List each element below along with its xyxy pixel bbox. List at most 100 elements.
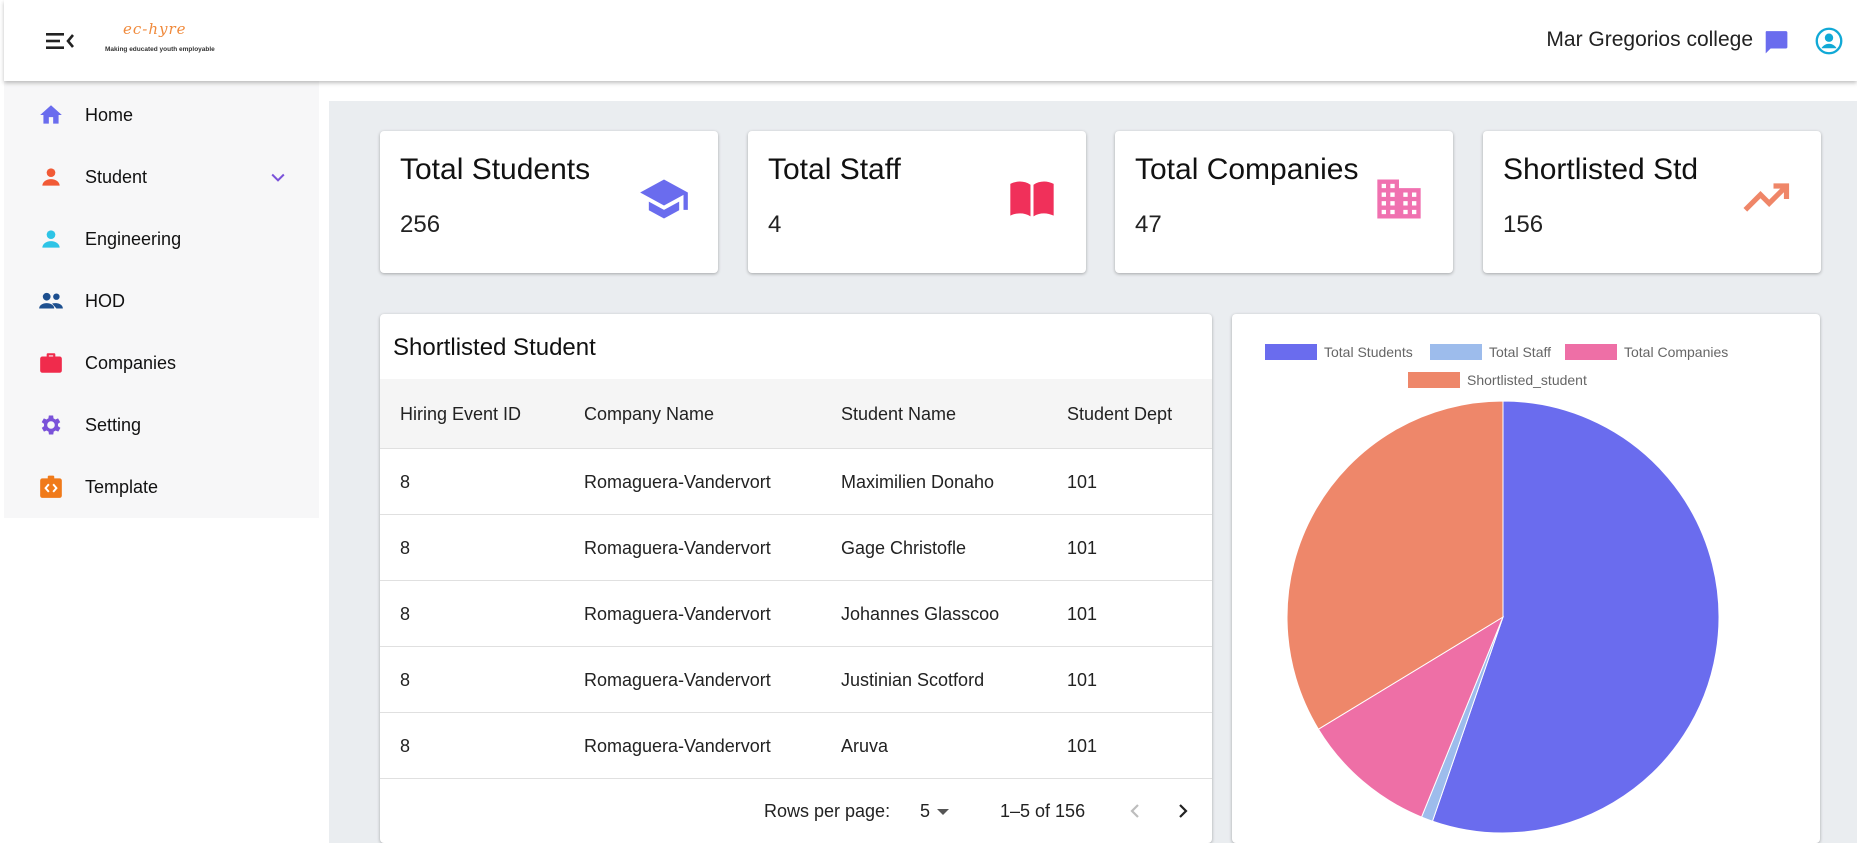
- stat-value: 256: [400, 211, 441, 238]
- table-cell: Aruva: [841, 736, 889, 756]
- logo-tagline: Making educated youth employable: [105, 46, 215, 53]
- stat-value: 156: [1503, 211, 1544, 238]
- stat-value: 4: [768, 211, 782, 238]
- sidebar-item-home[interactable]: Home: [4, 84, 319, 146]
- legend-swatch: [1430, 344, 1482, 360]
- rows-per-page-select[interactable]: 5: [920, 801, 950, 822]
- table-cell: Romaguera-Vandervort: [584, 538, 771, 558]
- sidebar-item-hod[interactable]: HOD: [4, 270, 319, 332]
- table-cell: 101: [1067, 736, 1098, 756]
- legend-item[interactable]: Shortlisted_student: [1408, 372, 1587, 388]
- code-icon: [37, 473, 65, 501]
- sidebar-item-setting[interactable]: Setting: [4, 394, 319, 456]
- sidebar-item-label: Home: [85, 104, 134, 125]
- sidebar-item-label: Companies: [85, 352, 177, 373]
- home-icon: [37, 101, 65, 129]
- chat-icon[interactable]: [1763, 29, 1789, 55]
- stat-title: Total Students: [400, 153, 591, 186]
- account-circle-icon[interactable]: [1815, 27, 1843, 55]
- table-cell: Romaguera-Vandervort: [584, 472, 771, 492]
- pie-chart: [1286, 400, 1720, 834]
- rows-per-page-label: Rows per page:: [764, 801, 891, 821]
- app-bar: ec-hyre Making educated youth employable…: [4, 0, 1857, 81]
- group-icon: [37, 287, 65, 315]
- table-cell: 101: [1067, 538, 1098, 558]
- person-icon: [37, 225, 65, 253]
- sidebar-item-label: Template: [85, 476, 159, 497]
- legend-label: Total Staff: [1489, 344, 1552, 360]
- table-header: Hiring Event ID Company Name Student Nam…: [380, 379, 1212, 449]
- sidebar-item-companies[interactable]: Companies: [4, 332, 319, 394]
- table-cell: Romaguera-Vandervort: [584, 736, 771, 756]
- table-row[interactable]: 8 Romaguera-Vandervort Justinian Scotfor…: [380, 647, 1212, 713]
- legend-swatch: [1265, 344, 1317, 360]
- table-row[interactable]: 8 Romaguera-Vandervort Gage Christofle 1…: [380, 515, 1212, 581]
- table-cell: Maximilien Donaho: [841, 472, 995, 492]
- stat-title: Total Staff: [768, 153, 901, 186]
- previous-page-icon[interactable]: [1124, 799, 1146, 823]
- chevron-down-icon[interactable]: [268, 167, 288, 187]
- legend-swatch: [1565, 344, 1617, 360]
- next-page-icon[interactable]: [1172, 799, 1194, 823]
- caret-down-icon: [937, 808, 950, 815]
- table-cell: 101: [1067, 604, 1098, 624]
- college-name: Mar Gregorios college: [1546, 28, 1753, 51]
- table-title: Shortlisted Student: [393, 334, 596, 361]
- column-header[interactable]: Hiring Event ID: [400, 404, 521, 425]
- sidebar-item-engineering[interactable]: Engineering: [4, 208, 319, 270]
- legend-item[interactable]: Total Staff: [1430, 344, 1551, 360]
- logo-script: ec-hyre: [123, 20, 187, 38]
- app-logo[interactable]: ec-hyre Making educated youth employable: [105, 18, 215, 60]
- graduation-cap-icon: [640, 179, 688, 219]
- table-cell: Johannes Glasscoo: [841, 604, 1000, 624]
- table-cell: 8: [400, 736, 411, 756]
- pagination-range: 1–5 of 156: [1000, 801, 1086, 821]
- stat-value: 47: [1135, 211, 1162, 238]
- sidebar-item-label: Engineering: [85, 228, 182, 249]
- pie-chart-card: Total Students Total Staff Total Companies…: [1232, 314, 1820, 843]
- table-cell: Gage Christofle: [841, 538, 967, 558]
- column-header[interactable]: Company Name: [584, 404, 714, 425]
- sidebar-item-label: Setting: [85, 414, 142, 435]
- table-cell: 8: [400, 538, 411, 558]
- briefcase-icon: [37, 349, 65, 377]
- trending-up-icon: [1743, 183, 1790, 212]
- table-cell: 8: [400, 472, 411, 492]
- table-cell: 8: [400, 604, 411, 624]
- sidebar-item-template[interactable]: Template: [4, 456, 319, 518]
- sidebar: Home Student Engineering HOD Companies S…: [4, 81, 319, 518]
- table-cell: 101: [1067, 670, 1098, 690]
- stat-title: Shortlisted Std: [1503, 153, 1699, 186]
- stat-card-shortlisted: Shortlisted Std 156: [1483, 131, 1821, 273]
- column-header[interactable]: Student Name: [841, 404, 956, 425]
- table-cell: 101: [1067, 472, 1098, 492]
- legend-label: Total Students: [1324, 344, 1413, 360]
- legend-item[interactable]: Total Companies: [1565, 344, 1728, 360]
- person-icon: [37, 163, 65, 191]
- legend-label: Total Companies: [1624, 344, 1729, 360]
- table-row[interactable]: 8 Romaguera-Vandervort Maximilien Donaho…: [380, 449, 1212, 515]
- sidebar-item-label: Student: [85, 166, 148, 187]
- column-header[interactable]: Student Dept: [1067, 404, 1172, 425]
- stat-card-total-staff: Total Staff 4: [748, 131, 1086, 273]
- sidebar-item-student[interactable]: Student: [4, 146, 319, 208]
- sidebar-item-label: HOD: [85, 290, 125, 311]
- gear-icon: [37, 411, 65, 439]
- stat-card-total-companies: Total Companies 47: [1115, 131, 1453, 273]
- book-icon: [1010, 181, 1054, 217]
- table-cell: Justinian Scotford: [841, 670, 985, 690]
- table-row[interactable]: 8 Romaguera-Vandervort Aruva 101: [380, 713, 1212, 779]
- rows-per-page-value: 5: [920, 801, 931, 821]
- building-icon: [1377, 179, 1421, 219]
- menu-open-icon[interactable]: [44, 27, 76, 55]
- table-cell: 8: [400, 670, 411, 690]
- table-cell: Romaguera-Vandervort: [584, 604, 771, 624]
- legend-swatch: [1408, 372, 1460, 388]
- stat-title: Total Companies: [1135, 153, 1359, 186]
- stat-card-total-students: Total Students 256: [380, 131, 718, 273]
- table-cell: Romaguera-Vandervort: [584, 670, 771, 690]
- shortlisted-student-table: Shortlisted Student Hiring Event ID Comp…: [380, 314, 1212, 843]
- table-row[interactable]: 8 Romaguera-Vandervort Johannes Glasscoo…: [380, 581, 1212, 647]
- legend-item[interactable]: Total Students: [1265, 344, 1413, 360]
- legend-label: Shortlisted_student: [1467, 372, 1587, 388]
